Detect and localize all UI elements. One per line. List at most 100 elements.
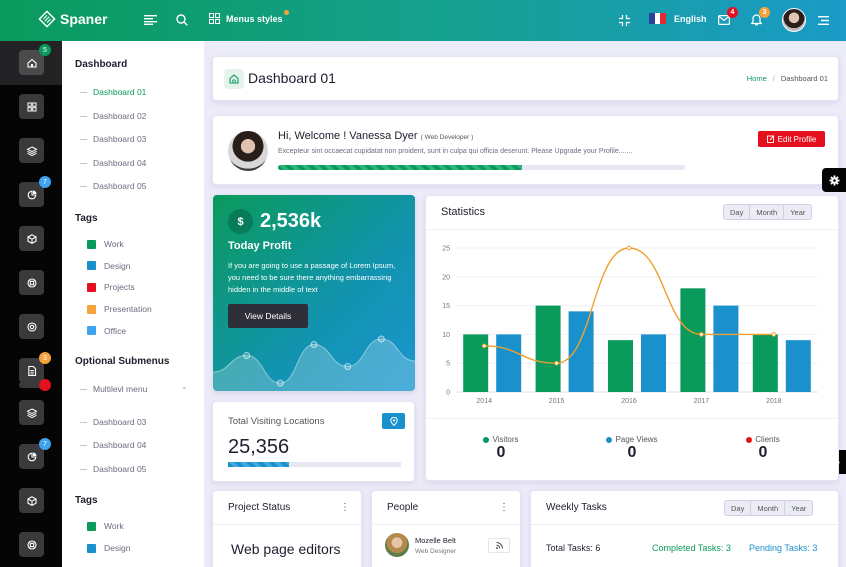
- period-year-button[interactable]: Year: [784, 501, 812, 515]
- rail-item-lifebuoy[interactable]: [19, 532, 44, 557]
- x-tick-label: 2018: [766, 398, 782, 405]
- period-month-button[interactable]: Month: [749, 205, 783, 219]
- tag-design[interactable]: Design: [87, 261, 130, 271]
- menu-lines-icon: [817, 15, 829, 25]
- rail-badge: 5: [39, 44, 51, 56]
- rail-item-layers[interactable]: [19, 400, 44, 425]
- edit-profile-button[interactable]: Edit Profile: [758, 131, 825, 147]
- rail-item-pie-chart[interactable]: 7: [19, 176, 51, 207]
- chevron-down-icon[interactable]: ⌄: [181, 382, 188, 391]
- sparkline-point: [243, 352, 251, 359]
- brand-logo[interactable]: Spaner: [38, 10, 107, 28]
- gear-icon: [828, 174, 840, 186]
- dash-icon: [80, 115, 87, 117]
- rail-item-box[interactable]: [19, 488, 44, 513]
- location-button[interactable]: [382, 413, 405, 429]
- submenu-link-dashboard-03[interactable]: Dashboard 03: [80, 134, 146, 144]
- more-options-icon[interactable]: ⋮: [499, 502, 509, 513]
- target-icon: [26, 321, 37, 332]
- rail-item-pie-chart[interactable]: 7: [19, 438, 51, 469]
- pending-tasks: Pending Tasks: 3: [749, 543, 818, 553]
- brand-name: Spaner: [60, 11, 108, 27]
- tag-projects[interactable]: Projects: [87, 282, 135, 292]
- submenu-multilevel-menu[interactable]: Multilevl menu: [80, 384, 147, 394]
- follow-button[interactable]: [488, 538, 510, 553]
- submenu-link-dashboard-03b[interactable]: Dashboard 03: [80, 417, 146, 427]
- period-day-button[interactable]: Day: [724, 205, 749, 219]
- user-avatar[interactable]: [782, 8, 806, 32]
- legend-label: Page Views: [592, 435, 672, 444]
- period-day-button[interactable]: Day: [725, 501, 750, 515]
- notification-dot: [283, 9, 289, 15]
- legend-dot: [746, 436, 753, 443]
- rail-badge: [39, 379, 51, 391]
- menus-styles-button[interactable]: Menus styles: [209, 9, 289, 24]
- tag-color-swatch: [87, 261, 96, 271]
- profit-description: If you are going to use a passage of Lor…: [228, 261, 396, 294]
- submenu-link-dashboard-02[interactable]: Dashboard 02: [80, 111, 146, 121]
- greeting-text: Hi, Welcome ! Vanessa Dyer: [278, 130, 418, 142]
- tag-office[interactable]: Office: [87, 326, 126, 336]
- submenu-link-dashboard-04[interactable]: Dashboard 04: [80, 158, 146, 168]
- pie-chart-icon: [27, 452, 36, 461]
- legend-page-views: Page Views 0: [592, 435, 672, 462]
- rail-item-layers[interactable]: [19, 138, 44, 163]
- dash-icon: [80, 444, 87, 446]
- tag-label: Work: [104, 239, 124, 249]
- rail-item-clipped[interactable]: [19, 379, 51, 391]
- search-button[interactable]: [174, 12, 190, 28]
- rail-item-box[interactable]: [19, 226, 44, 251]
- tag2-work[interactable]: Work: [87, 521, 124, 531]
- dash-icon: [80, 468, 87, 470]
- today-profit-card: $ 2,536k Today Profit If you are going t…: [213, 195, 415, 391]
- settings-toggle-button[interactable]: [822, 168, 846, 192]
- tag-label: Office: [104, 325, 127, 336]
- fullscreen-button[interactable]: [616, 12, 632, 28]
- messages-button[interactable]: 4: [716, 7, 738, 28]
- tag-presentation[interactable]: Presentation: [87, 304, 152, 314]
- tag-color-swatch: [87, 282, 96, 292]
- more-options-icon[interactable]: ⋮: [340, 502, 350, 513]
- sparkline-point: [377, 335, 385, 343]
- rail-item-home[interactable]: 5: [19, 44, 51, 75]
- link-label: Dashboard 03: [93, 417, 147, 427]
- legend-dot: [606, 436, 613, 443]
- visits-value: 25,356: [228, 436, 290, 458]
- breadcrumb-home-link[interactable]: Home: [747, 74, 767, 83]
- tag-color-swatch: [87, 326, 96, 336]
- rail-item-lifebuoy[interactable]: [19, 270, 44, 295]
- project-status-title: Project Status: [228, 502, 291, 513]
- bar-page-views: [785, 340, 811, 392]
- submenu-link-dashboard-05[interactable]: Dashboard 05: [80, 181, 146, 191]
- right-sidebar-toggle[interactable]: [815, 12, 831, 28]
- rail-item-file[interactable]: 3: [19, 352, 51, 383]
- statistics-card: Statistics Day Month Year 0 5 10 15 20 25 2014…: [425, 195, 839, 481]
- sidebar-toggle-button[interactable]: [142, 12, 158, 28]
- submenu-link-dashboard-04b[interactable]: Dashboard 04: [80, 440, 146, 450]
- y-tick-label: 10: [442, 332, 450, 339]
- submenu-link-dashboard-05b[interactable]: Dashboard 05: [80, 464, 146, 474]
- legend-clients: Clients 0: [723, 435, 803, 462]
- rail-item-grid[interactable]: [19, 94, 44, 119]
- line-point: [481, 343, 487, 349]
- visiting-locations-card: Total Visiting Locations 25,356: [212, 401, 415, 482]
- period-month-button[interactable]: Month: [750, 501, 784, 515]
- dash-icon: [80, 421, 87, 423]
- dash-icon: [80, 162, 87, 164]
- weekly-tasks-card: Weekly Tasks Day Month Year Total Tasks:…: [530, 490, 839, 567]
- sparkline-point: [276, 379, 284, 387]
- period-year-button[interactable]: Year: [783, 205, 811, 219]
- language-selector[interactable]: English: [649, 13, 707, 24]
- tag-work[interactable]: Work: [87, 239, 124, 249]
- dollar-icon: $: [228, 209, 253, 234]
- notifications-button[interactable]: 3: [748, 7, 770, 28]
- tag2-design[interactable]: Design: [87, 543, 130, 553]
- line-point: [554, 360, 559, 366]
- line-point: [626, 245, 632, 251]
- welcome-card: Hi, Welcome ! Vanessa Dyer ( Web Develop…: [212, 115, 839, 185]
- layers-icon: [25, 407, 38, 418]
- submenu-link-dashboard-01[interactable]: Dashboard 01: [80, 87, 146, 97]
- weekly-tasks-title: Weekly Tasks: [546, 502, 607, 513]
- edit-profile-label: Edit Profile: [777, 134, 817, 144]
- rail-item-target[interactable]: [19, 314, 44, 339]
